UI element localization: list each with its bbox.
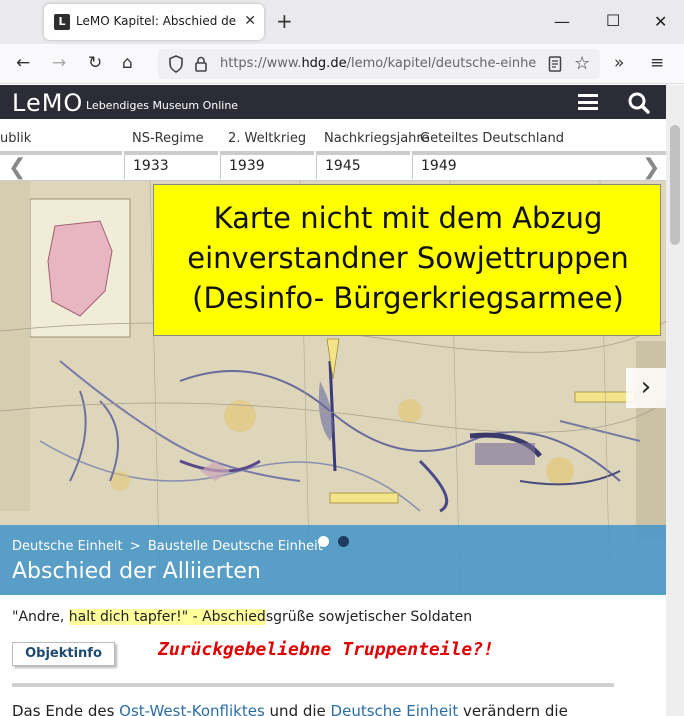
- lock-icon[interactable]: [194, 55, 208, 77]
- reader-icon[interactable]: [548, 55, 562, 77]
- url-bar[interactable]: https://www.hdg.de/lemo/kapitel/deutsche…: [158, 49, 600, 79]
- red-annotation: Zurückgebeliebne Truppenteile?!: [158, 639, 494, 660]
- site-header: LeMO Lebendiges Museum Online: [0, 85, 666, 119]
- back-arrow-icon[interactable]: ←: [16, 53, 30, 73]
- timeline-era[interactable]: ublik: [0, 131, 31, 146]
- body-paragraph: Das Ende des Ost-West-Konfliktes und die…: [12, 702, 568, 716]
- timeline-year[interactable]: 1945: [316, 151, 410, 179]
- breadcrumb: Deutsche Einheit > Baustelle Deutsche Ei…: [12, 539, 323, 554]
- tab-title: LeMO Kapitel: Abschied der Alliierten: [76, 14, 236, 28]
- window-close-icon[interactable]: ✕: [654, 12, 667, 31]
- slider-dot-active[interactable]: [318, 536, 329, 547]
- timeline-era[interactable]: 2. Weltkrieg: [228, 131, 306, 146]
- breadcrumb-separator: >: [129, 539, 141, 554]
- timeline-next-icon[interactable]: ❯: [642, 155, 660, 180]
- divider: [12, 683, 614, 687]
- timeline-year[interactable]: 1939: [220, 151, 314, 179]
- lemo-logo[interactable]: LeMO: [12, 89, 83, 117]
- breadcrumb-link[interactable]: Deutsche Einheit: [12, 539, 123, 554]
- page-title: Abschied der Alliierten: [12, 559, 261, 584]
- menu-icon[interactable]: ≡: [650, 53, 664, 73]
- browser-tab-bar: L LeMO Kapitel: Abschied der Alliierten …: [0, 0, 684, 44]
- overflow-icon[interactable]: »: [614, 53, 624, 73]
- timeline-year[interactable]: 1949: [412, 151, 666, 179]
- home-icon[interactable]: ⌂: [122, 53, 133, 73]
- overlay-line: einverstandner Sowjettruppen: [187, 241, 629, 275]
- link-ost-west-konflikt[interactable]: Ost-West-Konfliktes: [119, 702, 265, 716]
- scrollbar-thumb[interactable]: [670, 125, 680, 245]
- reload-icon[interactable]: ↻: [88, 53, 102, 73]
- overlay-line: Karte nicht mit dem Abzug: [213, 201, 603, 235]
- forward-arrow-icon[interactable]: →: [52, 53, 66, 73]
- timeline-era[interactable]: Geteiltes Deutschland: [420, 131, 564, 146]
- image-caption: "Andre, halt dich tapfer!" - Abschiedsgr…: [12, 609, 473, 625]
- page-scrollbar[interactable]: [666, 85, 684, 716]
- timeline-year[interactable]: 1933: [124, 151, 218, 179]
- lemo-favicon-icon: L: [54, 14, 70, 30]
- timeline-nav: ublik NS-Regime 2. Weltkrieg Nachkriegsj…: [0, 119, 666, 181]
- browser-tab[interactable]: L LeMO Kapitel: Abschied der Alliierten …: [44, 4, 264, 40]
- breadcrumb-link[interactable]: Baustelle Deutsche Einheit: [148, 539, 323, 554]
- url-text[interactable]: https://www.hdg.de/lemo/kapitel/deutsche…: [220, 56, 536, 71]
- slider-next-button[interactable]: ›: [626, 368, 666, 408]
- browser-nav-bar: ← → ↻ ⌂ https://www.hdg.de/lemo/kapitel/…: [0, 44, 684, 84]
- hamburger-menu-icon[interactable]: [578, 94, 598, 110]
- star-icon[interactable]: ☆: [574, 53, 590, 74]
- slider-dot[interactable]: [338, 536, 349, 547]
- link-deutsche-einheit[interactable]: Deutsche Einheit: [331, 702, 459, 716]
- annotation-overlay: Karte nicht mit dem Abzug einverstandner…: [153, 184, 661, 336]
- objektinfo-button[interactable]: Objektinfo: [12, 642, 115, 666]
- timeline-era[interactable]: Nachkriegsjahre: [324, 131, 429, 146]
- tab-close-icon[interactable]: ✕: [244, 13, 256, 29]
- site-subtitle: Lebendiges Museum Online: [86, 99, 239, 112]
- timeline-era[interactable]: NS-Regime: [132, 131, 204, 146]
- hero-caption: Deutsche Einheit > Baustelle Deutsche Ei…: [0, 525, 666, 595]
- hero-slider[interactable]: Karte nicht mit dem Abzug einverstandner…: [0, 181, 666, 595]
- minimize-icon[interactable]: —: [554, 12, 570, 31]
- new-tab-button[interactable]: +: [276, 10, 293, 32]
- timeline-prev-icon[interactable]: ❮: [8, 155, 26, 180]
- overlay-line: (Desinfo- Bürgerkriegsarmee): [192, 281, 624, 315]
- shield-icon[interactable]: [168, 55, 184, 77]
- maximize-icon[interactable]: ☐: [606, 11, 620, 30]
- search-icon[interactable]: [628, 92, 650, 114]
